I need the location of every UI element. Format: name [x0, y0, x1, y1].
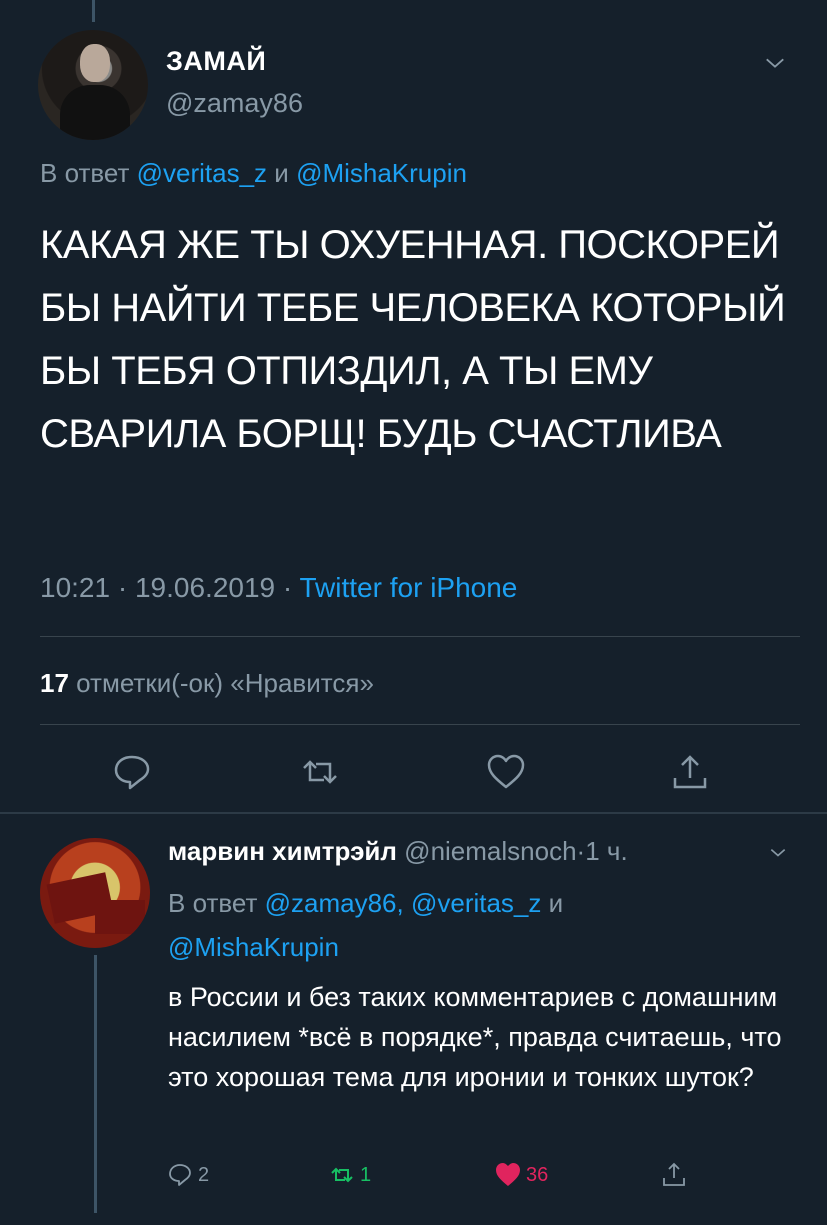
- reply-mention-misha[interactable]: @MishaKrupin: [296, 158, 467, 188]
- likes-count: 17: [40, 668, 69, 698]
- heart-icon: [496, 1163, 520, 1186]
- reply-mention-veritas[interactable]: @veritas_z: [137, 158, 267, 188]
- avatar[interactable]: [38, 30, 148, 140]
- retweet-icon[interactable]: [298, 750, 342, 794]
- like-count: 36: [526, 1163, 549, 1186]
- divider: [40, 724, 800, 725]
- thread-line: [94, 955, 97, 1213]
- reply-icon: [169, 1164, 191, 1186]
- meta-separator: ·: [576, 836, 586, 866]
- share-button[interactable]: [660, 1160, 688, 1190]
- tweet-date: 19.06.2019: [134, 572, 276, 603]
- retweet-count: 1: [360, 1163, 372, 1186]
- reply-age: 1 ч.: [585, 836, 628, 866]
- meta-separator: ·: [282, 572, 293, 603]
- reply-text: в России и без таких комментариев с дома…: [168, 982, 782, 1092]
- reply-header: марвин химтрэйл @niemalsnoch·1 ч.: [168, 836, 628, 867]
- reply-prefix: В ответ: [168, 888, 258, 918]
- tweet-source[interactable]: Twitter for iPhone: [300, 572, 518, 603]
- avatar-head: [80, 44, 110, 82]
- share-icon[interactable]: [668, 750, 712, 794]
- tweet-meta: 10:21 · 19.06.2019 · Twitter for iPhone: [40, 572, 517, 604]
- reply-icon[interactable]: [110, 750, 154, 794]
- avatar-shape: [95, 900, 145, 934]
- retweet-icon: [331, 1167, 353, 1183]
- reply-count: 2: [198, 1163, 210, 1186]
- reply-context: В ответ @zamay86, @veritas_z и @MishaKru…: [168, 881, 728, 969]
- display-name[interactable]: ЗАМАЙ: [166, 46, 266, 77]
- divider: [40, 636, 800, 637]
- likes-label: отметки(-ок) «Нравится»: [76, 668, 374, 698]
- reply-and: и: [548, 888, 564, 918]
- reply-and: и: [274, 158, 289, 188]
- reply-user-handle[interactable]: @niemalsnoch: [404, 836, 576, 866]
- chevron-down-icon[interactable]: [768, 843, 788, 863]
- section-separator: [0, 812, 827, 814]
- thread-line-top: [92, 0, 95, 22]
- likes-summary[interactable]: 17 отметки(-ок) «Нравится»: [40, 668, 374, 699]
- reply-prefix: В ответ: [40, 158, 130, 188]
- reply-mentions[interactable]: @zamay86, @veritas_z: [265, 888, 542, 918]
- like-button[interactable]: 36: [494, 1160, 548, 1190]
- user-handle[interactable]: @zamay86: [166, 88, 303, 119]
- reply-context: В ответ @veritas_z и @MishaKrupin: [40, 158, 467, 189]
- share-icon: [663, 1162, 685, 1186]
- chevron-down-icon[interactable]: [764, 52, 786, 74]
- tweet-text: КАКАЯ ЖЕ ТЫ ОХУЕННАЯ. ПОСКОРЕЙ БЫ НАЙТИ …: [40, 223, 786, 456]
- avatar-figure: [60, 85, 130, 140]
- tweet-time: 10:21: [40, 572, 111, 603]
- avatar[interactable]: [40, 838, 150, 948]
- heart-icon[interactable]: [484, 750, 528, 794]
- reply-display-name[interactable]: марвин химтрэйл: [168, 836, 397, 866]
- reply-button[interactable]: 2: [166, 1160, 209, 1190]
- meta-separator: ·: [117, 572, 128, 603]
- reply-mention-misha[interactable]: @MishaKrupin: [168, 932, 339, 962]
- retweet-button[interactable]: 1: [328, 1160, 371, 1190]
